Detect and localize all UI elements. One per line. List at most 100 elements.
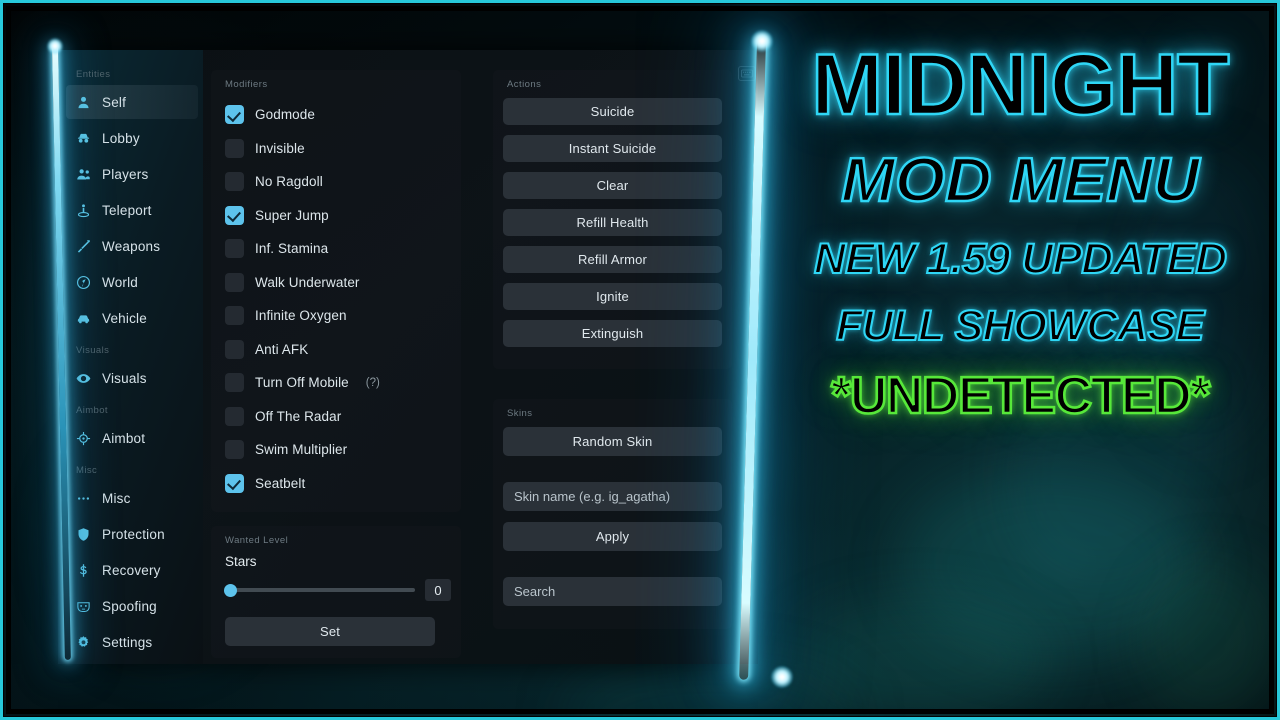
neon-beam-top-cap [751,30,773,52]
modifier-label: Invisible [255,140,305,156]
sidebar-item-world[interactable]: World [66,265,198,299]
checkbox-walk-underwater[interactable] [225,272,244,292]
actions-title: Actions [507,79,542,90]
action-button-extinguish[interactable]: Extinguish [503,320,722,347]
action-button-suicide[interactable]: Suicide [503,98,722,125]
modifier-row-swim-multiplier[interactable]: Swim Multiplier [221,433,451,467]
skins-spacer [503,466,722,482]
sidebar-item-label: Weapons [102,238,161,254]
menu-content: Modifiers Godmode Invisible No Ragdoll S… [203,50,758,664]
modifier-row-infinite-oxygen[interactable]: Infinite Oxygen [221,299,451,333]
wanted-level-value: 0 [425,579,451,601]
action-button-clear[interactable]: Clear [503,172,722,199]
gear-icon [75,634,92,651]
mod-menu-window: Entities Self Lobby Players Teleport Wea… [58,50,758,664]
modifier-label: Anti AFK [255,341,309,357]
sidebar-item-spoofing[interactable]: Spoofing [66,589,198,623]
modifier-row-off-the-radar[interactable]: Off The Radar [221,400,451,434]
people-icon [75,166,92,183]
wanted-level-slider-knob[interactable] [224,583,237,597]
modifier-label: No Ragdoll [255,174,323,190]
wanted-level-title: Wanted Level [225,535,289,546]
action-button-ignite[interactable]: Ignite [503,283,722,310]
sidebar-group-label-misc: Misc [76,465,98,476]
thumbnail-line-version: NEW 1.59 UPDATED [813,235,1228,283]
help-hint-icon[interactable]: (?) [366,377,380,389]
sidebar-item-recovery[interactable]: Recovery [66,553,198,587]
sidebar-item-label: Players [102,166,149,182]
mask-icon [75,598,92,615]
neon-beam-bottom-cap [771,666,793,688]
modifier-row-super-jump[interactable]: Super Jump [221,199,451,233]
checkbox-no-ragdoll[interactable] [225,172,244,192]
modifiers-title: Modifiers [225,79,268,90]
checkbox-seatbelt[interactable] [225,473,244,493]
globe-icon [75,274,92,291]
sidebar-item-weapons[interactable]: Weapons [66,229,198,263]
checkbox-infinite-oxygen[interactable] [225,306,244,326]
modifier-row-seatbelt[interactable]: Seatbelt [221,467,451,501]
action-button-instant-suicide[interactable]: Instant Suicide [503,135,722,162]
eye-icon [75,370,92,387]
sidebar-group-label-aimbot: Aimbot [76,405,108,416]
checkbox-super-jump[interactable] [225,205,244,225]
thumbnail-background: Entities Self Lobby Players Teleport Wea… [0,0,1280,720]
sidebar: Entities Self Lobby Players Teleport Wea… [58,50,203,664]
apply-skin-button[interactable]: Apply [503,522,722,551]
thumbnail-line-showcase: FULL SHOWCASE [835,302,1205,350]
checkbox-godmode[interactable] [225,105,244,125]
modifier-row-inf-stamina[interactable]: Inf. Stamina [221,232,451,266]
skins-title: Skins [507,408,533,419]
sidebar-item-label: Lobby [102,130,140,146]
action-button-refill-health[interactable]: Refill Health [503,209,722,236]
neon-beam-left-cap [47,38,63,54]
actions-column: Actions Suicide Instant Suicide Clear Re… [475,50,758,664]
sidebar-item-self[interactable]: Self [66,85,198,119]
checkbox-invisible[interactable] [225,138,244,158]
sidebar-item-misc[interactable]: Misc [66,481,198,515]
modifier-label: Inf. Stamina [255,241,329,257]
checkbox-off-the-radar[interactable] [225,406,244,426]
sidebar-item-label: Teleport [102,202,152,218]
sidebar-item-protection[interactable]: Protection [66,517,198,551]
background-wisp [560,660,860,720]
checkbox-swim-multiplier[interactable] [225,440,244,460]
sidebar-item-label: World [102,274,139,290]
skin-name-input[interactable] [503,482,722,511]
modifier-row-walk-underwater[interactable]: Walk Underwater [221,266,451,300]
modifier-row-godmode[interactable]: Godmode [221,98,451,132]
car-icon [75,310,92,327]
background-wisp [966,298,1264,622]
thumbnail-subtitle-mod-menu: MOD MENU [840,146,1201,215]
checkbox-turn-off-mobile[interactable] [225,373,244,393]
background-wisp [1120,150,1280,450]
sidebar-item-label: Aimbot [102,430,146,446]
sidebar-item-players[interactable]: Players [66,157,198,191]
set-wanted-level-button[interactable]: Set [225,617,435,646]
modifier-row-anti-afk[interactable]: Anti AFK [221,333,451,367]
checkbox-inf-stamina[interactable] [225,239,244,259]
sidebar-group-label-entities: Entities [76,69,111,80]
modifier-label: Super Jump [255,207,329,223]
sidebar-item-label: Protection [102,526,165,542]
keyboard-icon[interactable] [738,66,756,81]
random-skin-button[interactable]: Random Skin [503,427,722,456]
action-button-refill-armor[interactable]: Refill Armor [503,246,722,273]
modifier-row-no-ragdoll[interactable]: No Ragdoll [221,165,451,199]
modifier-row-turn-off-mobile[interactable]: Turn Off Mobile (?) [221,366,451,400]
sidebar-item-aimbot[interactable]: Aimbot [66,421,198,455]
modifier-row-invisible[interactable]: Invisible [221,132,451,166]
checkbox-anti-afk[interactable] [225,339,244,359]
sidebar-item-teleport[interactable]: Teleport [66,193,198,227]
ellipsis-icon [75,490,92,507]
teleport-icon [75,202,92,219]
wanted-level-slider-track[interactable] [224,583,415,597]
sidebar-item-visuals[interactable]: Visuals [66,361,198,395]
sidebar-item-lobby[interactable]: Lobby [66,121,198,155]
wanted-level-slider-row[interactable]: 0 [221,579,451,601]
sidebar-item-vehicle[interactable]: Vehicle [66,301,198,335]
sidebar-item-settings[interactable]: Settings [66,625,198,659]
skin-search-input[interactable] [503,577,722,606]
modifier-label: Turn Off Mobile [255,375,349,391]
